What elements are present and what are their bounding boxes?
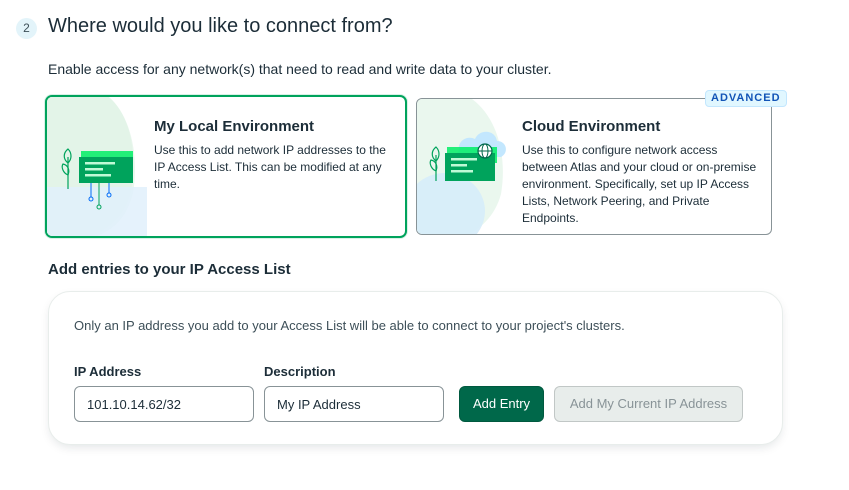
local-environment-title: My Local Environment (154, 118, 315, 135)
advanced-badge: ADVANCED (705, 90, 787, 107)
description-input[interactable] (264, 386, 444, 422)
add-current-ip-button[interactable]: Add My Current IP Address (554, 386, 743, 422)
access-list-title: Add entries to your IP Access List (48, 261, 291, 278)
cloud-environment-description: Use this to configure network access bet… (522, 143, 757, 225)
description-label: Description (264, 364, 336, 379)
ip-address-input[interactable] (74, 386, 254, 422)
ip-address-label: IP Address (74, 364, 142, 379)
local-network-illustration-icon (47, 97, 147, 236)
local-environment-card[interactable]: My Local Environment Use this to add net… (45, 95, 407, 238)
local-environment-description: Use this to add network IP addresses to … (154, 143, 386, 191)
step-description: Enable access for any network(s) that ne… (48, 61, 552, 77)
access-list-panel: Only an IP address you add to your Acces… (48, 291, 783, 445)
access-list-note: Only an IP address you add to your Acces… (74, 318, 625, 333)
cloud-environment-title: Cloud Environment (522, 118, 661, 135)
add-entry-button[interactable]: Add Entry (459, 386, 544, 422)
cloud-environment-card[interactable]: Cloud Environment Use this to configure … (416, 98, 772, 235)
step-number-badge: 2 (16, 18, 37, 39)
step-title: Where would you like to connect from? (48, 15, 393, 37)
cloud-network-illustration-icon (417, 99, 517, 234)
connect-step: 2 Where would you like to connect from? … (0, 0, 849, 490)
